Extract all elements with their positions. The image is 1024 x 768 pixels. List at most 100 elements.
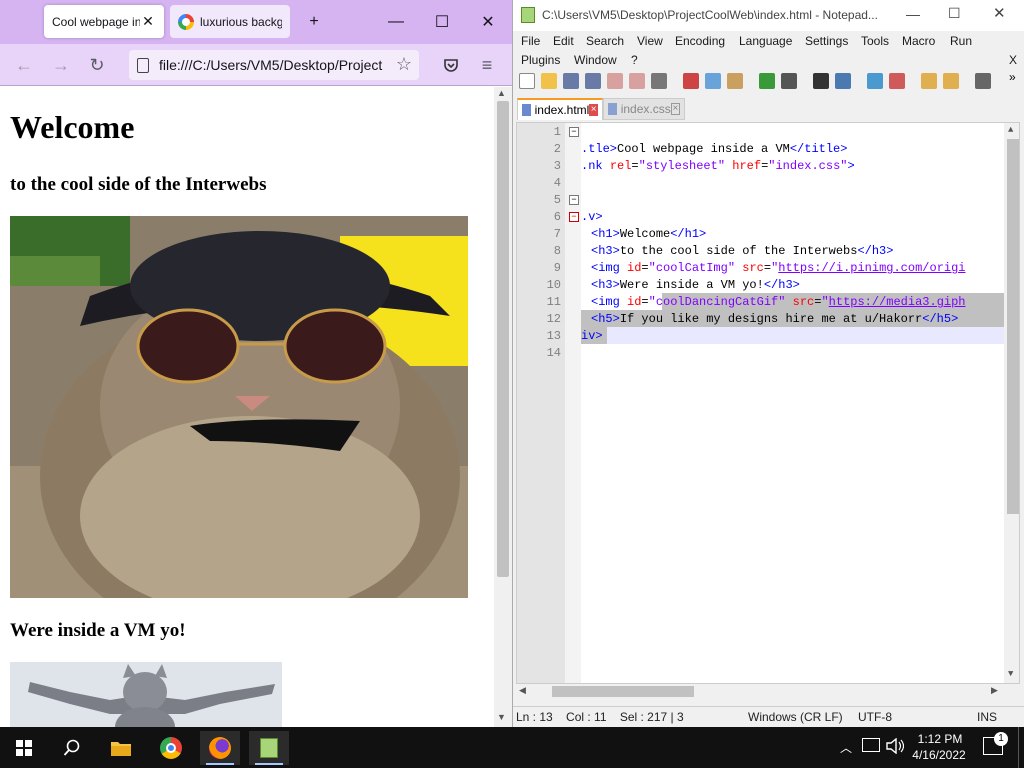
close-tab-icon[interactable]: × xyxy=(589,104,598,116)
editor-vertical-scrollbar-thumb[interactable] xyxy=(1007,139,1019,514)
menu-edit[interactable]: Edit xyxy=(553,34,574,48)
close-all-icon[interactable] xyxy=(629,73,645,89)
undo-icon[interactable] xyxy=(759,73,775,89)
menu-view[interactable]: View xyxy=(637,34,663,48)
cut-icon[interactable] xyxy=(683,73,699,89)
page-subheading-2: Were inside a VM yo! xyxy=(10,620,186,641)
scroll-down-icon[interactable]: ▼ xyxy=(1008,669,1013,679)
menu-file[interactable]: File xyxy=(521,34,540,48)
menu-language[interactable]: Language xyxy=(739,34,792,48)
notepadpp-icon xyxy=(260,738,278,758)
tab-index-html[interactable]: index.html × xyxy=(517,98,603,120)
close-file-icon[interactable] xyxy=(607,73,623,89)
menu-run[interactable]: Run xyxy=(950,34,972,48)
scroll-right-icon[interactable]: ▶ xyxy=(991,685,998,696)
notepadpp-button[interactable] xyxy=(249,731,289,765)
code-token: = xyxy=(641,261,649,275)
chrome-button[interactable] xyxy=(151,731,191,765)
dancing-cat-image xyxy=(10,662,282,727)
minimize-icon[interactable]: — xyxy=(378,8,414,36)
close-window-icon[interactable]: ✕ xyxy=(470,8,506,36)
code-token: <h1> xyxy=(591,227,620,241)
line-number: 1 xyxy=(553,125,561,139)
close-window-icon[interactable]: ✕ xyxy=(993,4,1006,22)
line-number: 12 xyxy=(546,312,561,326)
tab-label: index.css xyxy=(620,102,671,116)
replace-icon[interactable] xyxy=(835,73,851,89)
sync-scroll-icon[interactable] xyxy=(921,73,937,89)
menu-encoding[interactable]: Encoding xyxy=(675,34,725,48)
editor-horizontal-scrollbar-thumb[interactable] xyxy=(552,686,694,697)
tab-luxurious[interactable]: luxurious backg xyxy=(170,5,290,38)
firefox-button[interactable] xyxy=(200,731,240,765)
show-desktop-button[interactable] xyxy=(1018,727,1024,768)
fold-toggle-icon[interactable]: − xyxy=(569,212,579,222)
code-token: id xyxy=(627,261,642,275)
file-explorer-button[interactable] xyxy=(101,731,141,765)
menu-macro[interactable]: Macro xyxy=(902,34,935,48)
reload-icon[interactable]: ↻ xyxy=(83,52,111,78)
eol-format[interactable]: Windows (CR LF) xyxy=(748,710,843,724)
word-wrap-icon[interactable] xyxy=(975,73,991,89)
zoom-out-icon[interactable] xyxy=(889,73,905,89)
open-file-icon[interactable] xyxy=(541,73,557,89)
menu-search[interactable]: Search xyxy=(586,34,624,48)
menu-tools[interactable]: Tools xyxy=(861,34,889,48)
pocket-icon[interactable] xyxy=(437,52,465,78)
encoding[interactable]: UTF-8 xyxy=(858,710,892,724)
scroll-up-icon[interactable]: ▲ xyxy=(497,88,506,98)
notepad-title-bar: C:\Users\VM5\Desktop\ProjectCoolWeb\inde… xyxy=(513,0,1024,31)
menu-icon[interactable]: ≡ xyxy=(473,52,501,78)
paste-icon[interactable] xyxy=(727,73,743,89)
find-icon[interactable] xyxy=(813,73,829,89)
code-token: <h5> xyxy=(591,312,620,326)
fold-toggle-icon[interactable]: − xyxy=(569,195,579,205)
scroll-up-icon[interactable]: ▲ xyxy=(1008,125,1013,135)
minimize-icon[interactable]: — xyxy=(906,6,920,22)
url-bar[interactable]: file:///C:/Users/VM5/Desktop/Project xyxy=(129,50,419,80)
tab-cool-webpage[interactable]: Cool webpage in ✕ xyxy=(44,5,164,38)
volume-icon[interactable] xyxy=(886,738,904,754)
save-icon[interactable] xyxy=(563,73,579,89)
scroll-down-icon[interactable]: ▼ xyxy=(497,712,506,722)
toolbar-overflow-icon[interactable]: » xyxy=(1009,70,1016,84)
save-all-icon[interactable] xyxy=(585,73,601,89)
zoom-in-icon[interactable] xyxy=(867,73,883,89)
clock-date[interactable]: 4/16/2022 xyxy=(905,748,973,762)
maximize-icon[interactable]: ☐ xyxy=(424,8,460,36)
start-button[interactable] xyxy=(4,731,44,765)
chrome-icon xyxy=(160,737,182,759)
fold-toggle-icon[interactable]: − xyxy=(569,127,579,137)
code-editor[interactable]: 1 2 3 4 5 6 7 8 9 10 11 12 13 14 − − − .… xyxy=(516,122,1020,684)
insert-mode: INS xyxy=(977,710,998,724)
close-tab-icon[interactable]: ✕ xyxy=(140,13,156,30)
new-tab-button[interactable]: + xyxy=(296,8,332,36)
menu-plugins[interactable]: Plugins xyxy=(521,53,560,67)
maximize-icon[interactable]: ☐ xyxy=(948,5,961,22)
bookmark-star-icon[interactable]: ☆ xyxy=(390,51,418,77)
sync-horizontal-icon[interactable] xyxy=(943,73,959,89)
menu-window[interactable]: Window xyxy=(574,53,617,67)
menu-close-document[interactable]: X xyxy=(1009,53,1017,67)
menu-help[interactable]: ? xyxy=(631,53,638,67)
new-file-icon[interactable] xyxy=(519,73,535,89)
page-scrollbar-thumb[interactable] xyxy=(497,101,509,577)
tab-index-css[interactable]: index.css × xyxy=(603,98,685,120)
print-icon[interactable] xyxy=(651,73,667,89)
google-icon xyxy=(178,13,194,30)
clock-time[interactable]: 1:12 PM xyxy=(912,732,968,746)
chevron-up-icon[interactable]: ︿ xyxy=(840,739,852,756)
copy-icon[interactable] xyxy=(705,73,721,89)
menu-settings[interactable]: Settings xyxy=(805,34,848,48)
scroll-left-icon[interactable]: ◀ xyxy=(519,685,526,696)
network-icon[interactable] xyxy=(862,738,880,752)
editor-horizontal-scrollbar[interactable]: ◀ ▶ xyxy=(516,684,1003,699)
forward-icon[interactable]: → xyxy=(47,52,75,78)
notification-center-icon[interactable]: 1 xyxy=(983,732,1008,755)
code-line-2: .tle>Cool webpage inside a VM</title> xyxy=(581,141,847,158)
close-tab-icon[interactable]: × xyxy=(670,103,680,115)
back-icon[interactable]: ← xyxy=(10,52,38,78)
search-button[interactable] xyxy=(52,731,92,765)
redo-icon[interactable] xyxy=(781,73,797,89)
code-line-13: iv> xyxy=(581,328,603,345)
